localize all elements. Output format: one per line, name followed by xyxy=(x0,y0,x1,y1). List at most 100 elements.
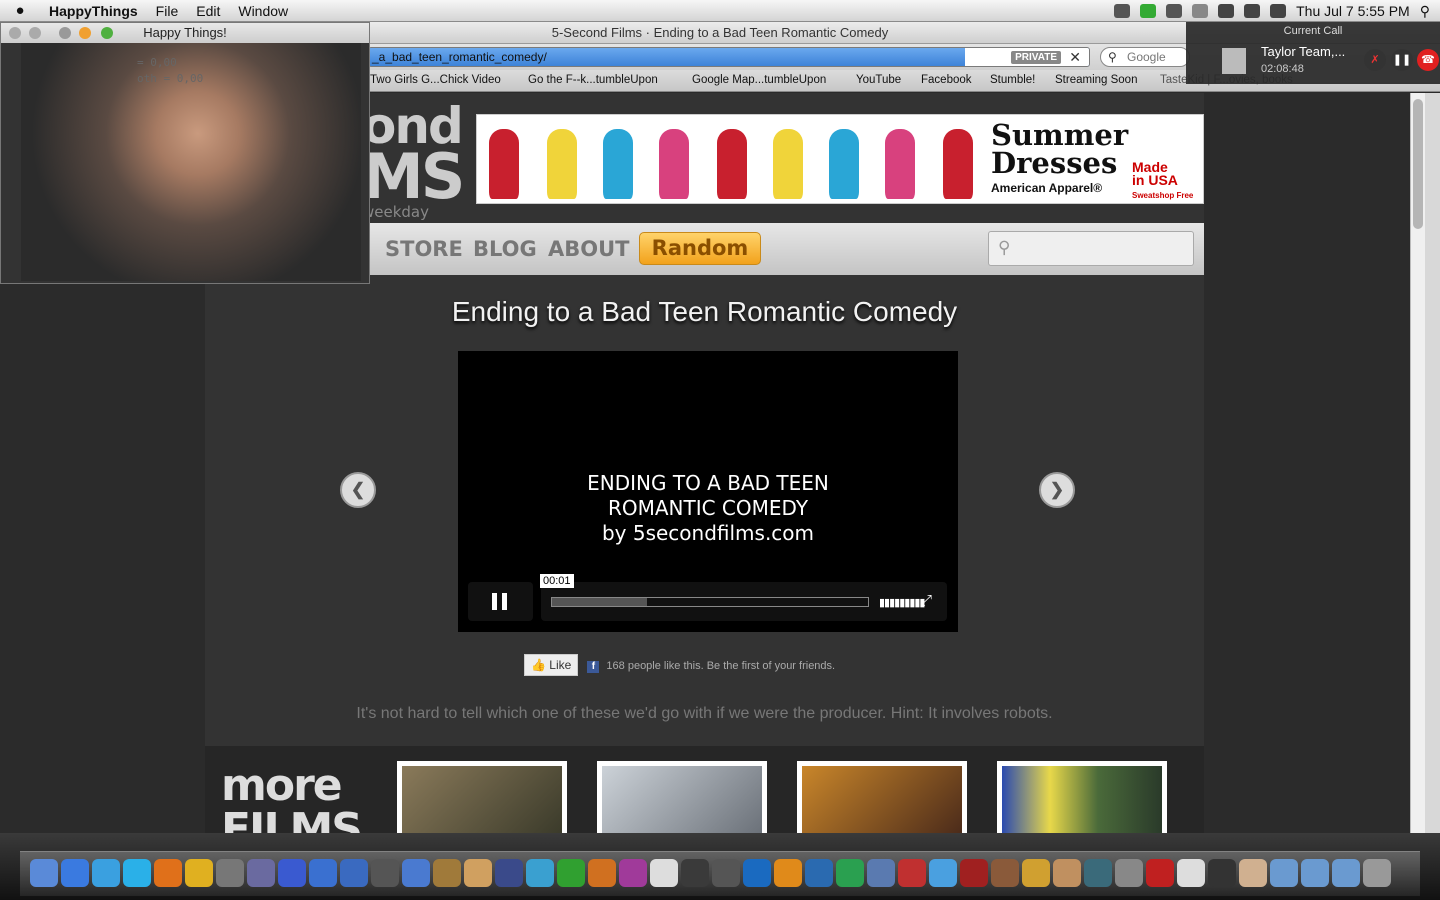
zoom-button[interactable] xyxy=(101,27,113,39)
next-arrow-icon[interactable]: ❯ xyxy=(1039,472,1075,508)
dock-app-icon[interactable] xyxy=(185,859,213,887)
dock-app-icon[interactable] xyxy=(309,859,337,887)
dock-app-icon[interactable] xyxy=(464,859,492,887)
dock-app-icon[interactable] xyxy=(1363,859,1391,887)
zoom-button[interactable] xyxy=(59,27,71,39)
hangup-icon[interactable]: ☎ xyxy=(1417,49,1439,71)
like-button[interactable]: 👍 Like xyxy=(524,654,579,676)
minimize-button[interactable] xyxy=(29,27,41,39)
dock-app-icon[interactable] xyxy=(1177,859,1205,887)
bookmark-item[interactable]: Streaming Soon xyxy=(1055,74,1137,86)
dock-app-icon[interactable] xyxy=(1208,859,1236,887)
bookmark-item[interactable]: Google Map...tumbleUpon xyxy=(692,74,826,86)
dock-app-icon[interactable] xyxy=(1084,859,1112,887)
film-thumbnail[interactable] xyxy=(997,761,1167,833)
dock-app-icon[interactable] xyxy=(61,859,89,887)
dock-app-icon[interactable] xyxy=(123,859,151,887)
ad-banner[interactable]: Summer Dresses American Apparel® Made in U… xyxy=(476,114,1204,204)
dock-app-icon[interactable] xyxy=(960,859,988,887)
time-machine-icon[interactable] xyxy=(1166,4,1183,18)
dock-app-icon[interactable] xyxy=(681,859,709,887)
dock-app-icon[interactable] xyxy=(557,859,585,887)
random-button[interactable]: Random xyxy=(639,232,761,265)
dock-app-icon[interactable] xyxy=(588,859,616,887)
volume-icon[interactable] xyxy=(1244,4,1261,18)
fullscreen-icon[interactable]: ⤢ xyxy=(920,592,932,609)
minimize-button[interactable] xyxy=(79,27,91,39)
dock-app-icon[interactable] xyxy=(526,859,554,887)
evernote-icon[interactable] xyxy=(1140,4,1157,18)
dock-app-icon[interactable] xyxy=(1022,859,1050,887)
bookmark-item[interactable]: YouTube xyxy=(856,74,901,86)
dock-app-icon[interactable] xyxy=(433,859,461,887)
dock-app-icon[interactable] xyxy=(402,859,430,887)
dock-app-icon[interactable] xyxy=(619,859,647,887)
dropbox-icon[interactable] xyxy=(1114,4,1131,18)
search-input[interactable]: Google xyxy=(1100,47,1190,67)
volume-icon[interactable]: ▮▮▮▮▮▮▮▮▮ xyxy=(879,596,925,609)
apple-menu-icon[interactable]: ● xyxy=(0,2,40,19)
nav-blog[interactable]: BLOG xyxy=(473,237,537,261)
address-bar[interactable]: _a_bad_teen_romantic_comedy/ PRIVATE ✕ xyxy=(368,47,1090,67)
hold-icon[interactable]: ❚❚ xyxy=(1391,49,1413,71)
dock-app-icon[interactable] xyxy=(1146,859,1174,887)
dock-app-icon[interactable] xyxy=(805,859,833,887)
vertical-scrollbar[interactable] xyxy=(1410,93,1425,833)
dock-app-icon[interactable] xyxy=(743,859,771,887)
video-player[interactable]: ENDING TO A BAD TEEN ROMANTIC COMEDY by … xyxy=(458,351,958,632)
dock-app-icon[interactable] xyxy=(92,859,120,887)
dock-app-icon[interactable] xyxy=(650,859,678,887)
page-title: Ending to a Bad Teen Romantic Comedy xyxy=(451,296,958,327)
menu-app-name[interactable]: HappyThings xyxy=(40,3,147,19)
dock-app-icon[interactable] xyxy=(1332,859,1360,887)
dock-app-icon[interactable] xyxy=(247,859,275,887)
previous-arrow-icon[interactable]: ❮ xyxy=(340,472,376,508)
dock-app-icon[interactable] xyxy=(1115,859,1143,887)
bluetooth-icon[interactable] xyxy=(1192,4,1209,18)
film-thumbnail[interactable] xyxy=(397,761,567,833)
dock-app-icon[interactable] xyxy=(836,859,864,887)
dock-app-icon[interactable] xyxy=(371,859,399,887)
close-icon[interactable]: ✕ xyxy=(1069,48,1081,66)
menu-edit[interactable]: Edit xyxy=(187,3,229,19)
mute-icon[interactable]: ✗ xyxy=(1364,49,1386,71)
dock-app-icon[interactable] xyxy=(216,859,244,887)
dock-app-icon[interactable] xyxy=(278,859,306,887)
dress-image xyxy=(773,129,803,199)
bookmark-item[interactable]: Two Girls G...Chick Video xyxy=(370,74,501,86)
dock-app-icon[interactable] xyxy=(929,859,957,887)
dock-app-icon[interactable] xyxy=(340,859,368,887)
dock-app-icon[interactable] xyxy=(495,859,523,887)
film-thumbnail[interactable] xyxy=(597,761,767,833)
pause-button[interactable] xyxy=(468,582,533,621)
close-button[interactable] xyxy=(9,27,21,39)
dock-app-icon[interactable] xyxy=(898,859,926,887)
nav-store[interactable]: STORE xyxy=(385,237,463,261)
dock-app-icon[interactable] xyxy=(1301,859,1329,887)
dock-app-icon[interactable] xyxy=(991,859,1019,887)
call-panel: Current Call Taylor Team,... 02:08:48 ✗ … xyxy=(1186,22,1440,84)
menu-file[interactable]: File xyxy=(147,3,188,19)
seek-bar[interactable] xyxy=(551,597,869,607)
dock-app-icon[interactable] xyxy=(712,859,740,887)
scroll-thumb[interactable] xyxy=(1413,99,1423,229)
site-logo[interactable]: ond MS weekday xyxy=(362,101,465,220)
dock-app-icon[interactable] xyxy=(1239,859,1267,887)
wifi-icon[interactable] xyxy=(1218,4,1235,18)
menu-window[interactable]: Window xyxy=(229,3,297,19)
dock-app-icon[interactable] xyxy=(30,859,58,887)
film-thumbnail[interactable] xyxy=(797,761,967,833)
spotlight-icon[interactable]: ⚲ xyxy=(1420,3,1430,20)
dock-app-icon[interactable] xyxy=(1053,859,1081,887)
site-search-input[interactable] xyxy=(988,231,1194,266)
battery-icon[interactable] xyxy=(1270,4,1287,18)
dock-app-icon[interactable] xyxy=(867,859,895,887)
menu-clock[interactable]: Thu Jul 7 5:55 PM xyxy=(1296,3,1410,19)
bookmark-item[interactable]: Stumble! xyxy=(990,74,1035,86)
dock-app-icon[interactable] xyxy=(1270,859,1298,887)
bookmark-item[interactable]: Facebook xyxy=(921,74,972,86)
nav-about[interactable]: ABOUT xyxy=(548,237,630,261)
dock-app-icon[interactable] xyxy=(154,859,182,887)
dock-app-icon[interactable] xyxy=(774,859,802,887)
bookmark-item[interactable]: Go the F--k...tumbleUpon xyxy=(528,74,658,86)
